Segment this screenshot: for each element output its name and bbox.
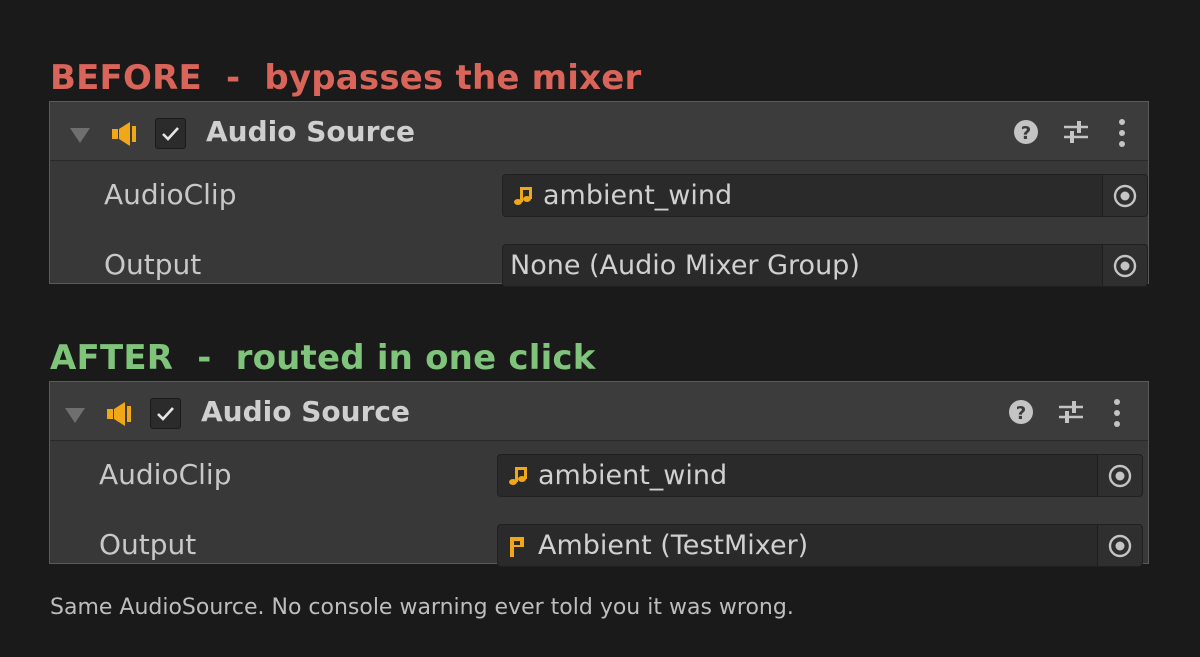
mixer-group-icon [510, 537, 524, 557]
audioclip-value: ambient_wind [543, 180, 733, 211]
kebab-menu-icon[interactable] [1116, 118, 1128, 148]
output-value: None (Audio Mixer Group) [510, 250, 860, 281]
svg-text:?: ? [1021, 123, 1031, 144]
audioclip-field[interactable]: ambient_wind [502, 174, 1148, 217]
audioclip-label: AudioClip [99, 458, 232, 491]
before-caption: BEFORE - bypasses the mixer [50, 58, 642, 98]
speaker-icon [107, 402, 131, 426]
preset-settings-icon[interactable] [1057, 398, 1085, 426]
audioclip-label: AudioClip [104, 178, 237, 211]
output-label: Output [99, 528, 197, 561]
target-picker-icon [1113, 184, 1137, 208]
kebab-menu-icon[interactable] [1111, 398, 1123, 428]
component-enabled-checkbox[interactable] [155, 118, 186, 149]
checkmark-icon [162, 127, 179, 141]
component-title: Audio Source [201, 395, 410, 428]
preset-settings-icon[interactable] [1062, 118, 1090, 146]
object-picker-button[interactable] [1102, 245, 1147, 286]
target-picker-icon [1113, 254, 1137, 278]
output-field[interactable]: None (Audio Mixer Group) [502, 244, 1148, 287]
after-caption: AFTER - routed in one click [50, 338, 596, 378]
audioclip-value: ambient_wind [538, 460, 728, 491]
component-header: Audio Source ? [50, 102, 1148, 161]
help-icon[interactable]: ? [1007, 398, 1035, 426]
before-audio-source-panel: Audio Source ? AudioClip ambient_wind Ou… [49, 101, 1149, 287]
object-picker-button[interactable] [1097, 455, 1142, 496]
music-note-icon [509, 467, 527, 485]
component-header: Audio Source ? [50, 382, 1148, 441]
output-label: Output [104, 248, 202, 281]
foldout-arrow-icon[interactable] [65, 408, 85, 423]
target-picker-icon [1108, 534, 1132, 558]
footnote: Same AudioSource. No console warning eve… [50, 595, 794, 620]
svg-text:?: ? [1016, 403, 1026, 424]
audioclip-field[interactable]: ambient_wind [497, 454, 1143, 497]
object-picker-button[interactable] [1102, 175, 1147, 216]
component-title: Audio Source [206, 115, 415, 148]
foldout-arrow-icon[interactable] [70, 128, 90, 143]
component-enabled-checkbox[interactable] [150, 398, 181, 429]
after-audio-source-panel: Audio Source ? AudioClip ambient_wind Ou… [49, 381, 1149, 567]
target-picker-icon [1108, 464, 1132, 488]
music-note-icon [514, 187, 532, 205]
checkmark-icon [157, 407, 174, 421]
output-field[interactable]: Ambient (TestMixer) [497, 524, 1143, 567]
speaker-icon [112, 122, 136, 146]
object-picker-button[interactable] [1097, 525, 1142, 566]
help-icon[interactable]: ? [1012, 118, 1040, 146]
output-value: Ambient (TestMixer) [538, 530, 809, 561]
